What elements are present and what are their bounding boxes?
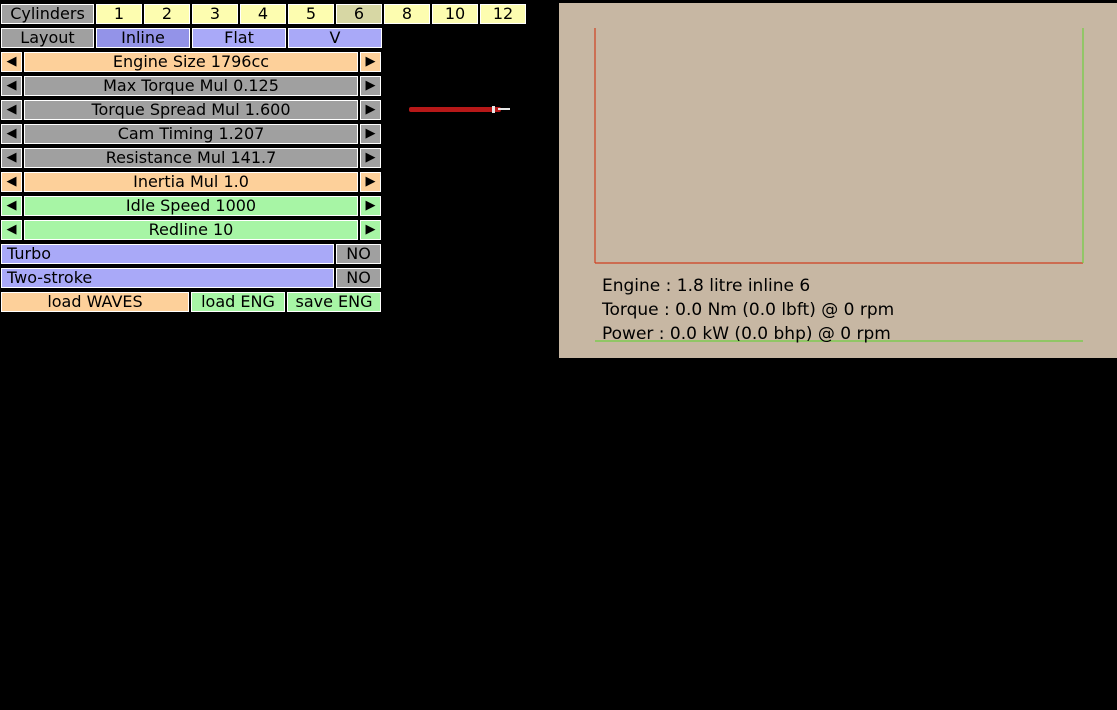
decrease-arrow-icon[interactable]: ◀ <box>0 123 23 145</box>
cam-timing-slider[interactable]: Cam Timing 1.207 <box>23 123 359 145</box>
engine-info-text: Engine : 1.8 litre inline 6 <box>602 276 811 296</box>
increase-arrow-icon[interactable]: ▶ <box>359 195 382 217</box>
increase-arrow-icon[interactable]: ▶ <box>359 219 382 241</box>
cylinders-option-1[interactable]: 1 <box>95 3 143 25</box>
max-torque-slider[interactable]: Max Torque Mul 0.125 <box>23 75 359 97</box>
increase-arrow-icon[interactable]: ▶ <box>359 171 382 193</box>
two-stroke-label: Two-stroke <box>0 267 335 289</box>
save-eng-button[interactable]: save ENG <box>286 291 382 313</box>
cylinders-option-3[interactable]: 3 <box>191 3 239 25</box>
cylinders-option-8[interactable]: 8 <box>383 3 431 25</box>
turbo-toggle[interactable]: NO <box>335 243 382 265</box>
resistance-slider[interactable]: Resistance Mul 141.7 <box>23 147 359 169</box>
inertia-slider[interactable]: Inertia Mul 1.0 <box>23 171 359 193</box>
cylinders-option-12[interactable]: 12 <box>479 3 527 25</box>
torque-spread-slider[interactable]: Torque Spread Mul 1.600 <box>23 99 359 121</box>
param-row-inertia: ◀ Inertia Mul 1.0 ▶ <box>0 171 382 193</box>
layout-option-v[interactable]: V <box>287 27 383 49</box>
two-stroke-row: Two-stroke NO <box>0 267 382 289</box>
cylinders-label: Cylinders <box>0 3 95 25</box>
file-buttons-row: load WAVES load ENG save ENG <box>0 291 382 313</box>
cylinders-option-4[interactable]: 4 <box>239 3 287 25</box>
param-row-torque-spread: ◀ Torque Spread Mul 1.600 ▶ <box>0 99 382 121</box>
torque-info-text: Torque : 0.0 Nm (0.0 lbft) @ 0 rpm <box>602 300 895 320</box>
decrease-arrow-icon[interactable]: ◀ <box>0 195 23 217</box>
decrease-arrow-icon[interactable]: ◀ <box>0 219 23 241</box>
layout-row: Layout Inline Flat V <box>0 27 383 49</box>
throttle-slider-tail <box>498 108 510 110</box>
param-row-redline: ◀ Redline 10 ▶ <box>0 219 382 241</box>
layout-option-flat[interactable]: Flat <box>191 27 287 49</box>
decrease-arrow-icon[interactable]: ◀ <box>0 147 23 169</box>
decrease-arrow-icon[interactable]: ◀ <box>0 51 23 73</box>
cylinders-option-10[interactable]: 10 <box>431 3 479 25</box>
param-row-cam-timing: ◀ Cam Timing 1.207 ▶ <box>0 123 382 145</box>
load-waves-button[interactable]: load WAVES <box>0 291 190 313</box>
decrease-arrow-icon[interactable]: ◀ <box>0 171 23 193</box>
power-info-text: Power : 0.0 kW (0.0 bhp) @ 0 rpm <box>602 324 891 344</box>
layout-label: Layout <box>0 27 95 49</box>
cylinders-option-2[interactable]: 2 <box>143 3 191 25</box>
increase-arrow-icon[interactable]: ▶ <box>359 147 382 169</box>
cylinders-option-5[interactable]: 5 <box>287 3 335 25</box>
param-row-engine-size: ◀ Engine Size 1796cc ▶ <box>0 51 382 73</box>
increase-arrow-icon[interactable]: ▶ <box>359 75 382 97</box>
torque-power-graph: Engine : 1.8 litre inline 6 Torque : 0.0… <box>559 3 1117 358</box>
two-stroke-toggle[interactable]: NO <box>335 267 382 289</box>
throttle-slider-handle[interactable] <box>492 106 495 113</box>
engine-size-slider[interactable]: Engine Size 1796cc <box>23 51 359 73</box>
cylinders-row: Cylinders 1 2 3 4 5 6 8 10 12 <box>0 3 527 25</box>
load-eng-button[interactable]: load ENG <box>190 291 286 313</box>
idle-speed-slider[interactable]: Idle Speed 1000 <box>23 195 359 217</box>
turbo-label: Turbo <box>0 243 335 265</box>
layout-option-inline[interactable]: Inline <box>95 27 191 49</box>
redline-slider[interactable]: Redline 10 <box>23 219 359 241</box>
throttle-slider[interactable] <box>409 107 501 112</box>
decrease-arrow-icon[interactable]: ◀ <box>0 99 23 121</box>
increase-arrow-icon[interactable]: ▶ <box>359 99 382 121</box>
increase-arrow-icon[interactable]: ▶ <box>359 51 382 73</box>
param-row-idle-speed: ◀ Idle Speed 1000 ▶ <box>0 195 382 217</box>
turbo-row: Turbo NO <box>0 243 382 265</box>
cylinders-option-6[interactable]: 6 <box>335 3 383 25</box>
increase-arrow-icon[interactable]: ▶ <box>359 123 382 145</box>
decrease-arrow-icon[interactable]: ◀ <box>0 75 23 97</box>
param-row-resistance: ◀ Resistance Mul 141.7 ▶ <box>0 147 382 169</box>
param-row-max-torque: ◀ Max Torque Mul 0.125 ▶ <box>0 75 382 97</box>
